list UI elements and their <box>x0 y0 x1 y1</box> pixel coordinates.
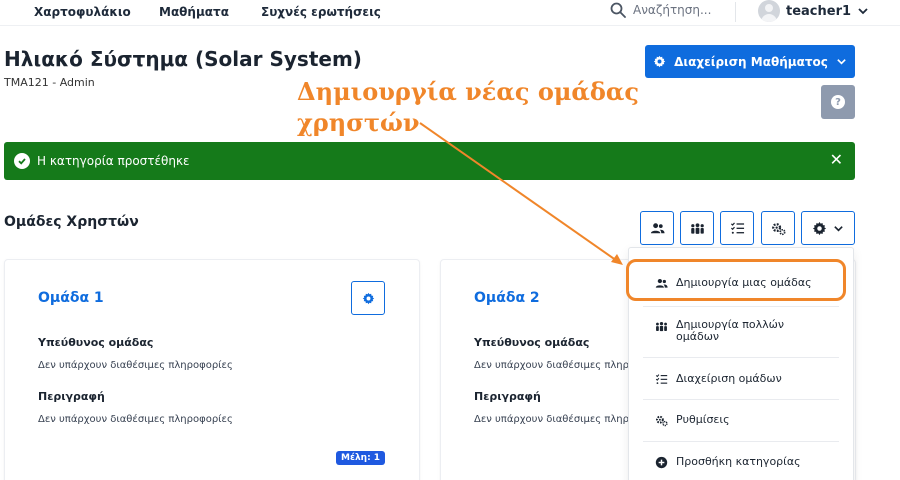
menu-item-label-line-2: ομάδων <box>676 330 720 343</box>
alert-message: Η κατηγορία προστέθηκε <box>37 154 190 168</box>
menu-divider <box>643 306 839 307</box>
username[interactable]: teacher1 <box>786 4 851 19</box>
gear-icon <box>812 221 827 235</box>
top-navbar: Χαρτοφυλάκιο Μαθήματα Συχνές ερωτήσεις Α… <box>0 0 900 26</box>
description-label: Περιγραφή <box>474 390 541 403</box>
nav-item-courses[interactable]: Μαθήματα <box>159 5 229 19</box>
menu-divider <box>643 399 839 400</box>
group-settings-button[interactable] <box>351 281 385 315</box>
plus-circle-icon <box>655 456 668 469</box>
annotation-line-1: Δημιουργία νέας ομάδας <box>297 77 639 106</box>
gear-icon <box>362 292 374 304</box>
description-value: Δεν υπάρχουν διαθέσιμες πληροφορίες <box>38 414 233 425</box>
actions-dropdown-button[interactable] <box>801 211 855 245</box>
search-icon <box>610 2 626 18</box>
menu-divider <box>643 441 839 442</box>
many-users-icon <box>690 222 704 234</box>
settings-button[interactable] <box>761 211 795 245</box>
cogs-icon <box>655 415 668 427</box>
cogs-icon <box>771 222 786 235</box>
help-button[interactable]: ? <box>821 85 855 119</box>
annotation-highlight <box>626 259 846 301</box>
group-card: Ομάδα 1 Υπεύθυνος ομάδας Δεν υπάρχουν δι… <box>4 259 420 480</box>
create-many-groups-button[interactable] <box>680 211 714 245</box>
members-badge: Μέλη: 1 <box>336 451 386 465</box>
search-box[interactable]: Αναζήτηση... <box>610 2 711 18</box>
nav-divider <box>735 2 736 22</box>
list-check-icon <box>655 374 668 385</box>
group-name[interactable]: Ομάδα 1 <box>38 290 104 306</box>
nav-item-portfolio[interactable]: Χαρτοφυλάκιο <box>34 5 131 19</box>
list-check-icon <box>730 221 744 234</box>
menu-item-manage-groups[interactable]: Διαχείριση ομάδων <box>629 372 853 386</box>
manage-groups-button[interactable] <box>720 211 754 245</box>
annotation-text: Δημιουργία νέας ομάδας χρηστών <box>297 76 639 138</box>
gear-icon <box>653 55 666 68</box>
manage-course-button[interactable]: Διαχείριση Μαθήματος <box>645 45 855 78</box>
search-placeholder[interactable]: Αναζήτηση... <box>633 3 711 17</box>
avatar <box>758 0 780 22</box>
chevron-down-icon <box>858 8 868 15</box>
manage-course-label: Διαχείριση Μαθήματος <box>674 54 828 69</box>
user-menu[interactable]: teacher1 <box>758 0 869 22</box>
menu-item-create-many-groups[interactable]: Δημιουργία πολλών ομάδων <box>629 319 853 343</box>
leader-label: Υπεύθυνος ομάδας <box>474 336 590 349</box>
section-title: Ομάδες Χρηστών <box>4 214 139 230</box>
group-name[interactable]: Ομάδα 2 <box>474 290 540 306</box>
nav-item-faq[interactable]: Συχνές ερωτήσεις <box>261 5 381 19</box>
description-label: Περιγραφή <box>38 390 105 403</box>
chevron-down-icon <box>837 59 846 65</box>
create-group-button[interactable] <box>640 211 674 245</box>
close-icon[interactable]: ✕ <box>830 152 843 168</box>
menu-item-label: Ρυθμίσεις <box>676 413 730 426</box>
many-users-icon <box>656 322 667 332</box>
check-circle-icon <box>14 153 30 169</box>
page-title: Ηλιακό Σύστημα (Solar System) <box>4 47 362 71</box>
leader-value: Δεν υπάρχουν διαθέσιμες πληροφορίες <box>38 360 233 371</box>
menu-item-label: Διαχείριση ομάδων <box>676 372 782 385</box>
annotation-line-2: χρηστών <box>297 108 420 137</box>
menu-item-label: Προσθήκη κατηγορίας <box>676 455 801 468</box>
menu-item-settings[interactable]: Ρυθμίσεις <box>629 413 853 427</box>
chevron-down-icon <box>834 225 843 232</box>
success-alert: Η κατηγορία προστέθηκε ✕ <box>4 142 855 180</box>
menu-divider <box>643 357 839 358</box>
leader-label: Υπεύθυνος ομάδας <box>38 336 154 349</box>
users-icon <box>650 222 665 233</box>
question-icon: ? <box>831 95 845 109</box>
course-subtitle: ΤΜΑ121 - Admin <box>4 76 95 89</box>
menu-item-add-category[interactable]: Προσθήκη κατηγορίας <box>629 455 853 469</box>
